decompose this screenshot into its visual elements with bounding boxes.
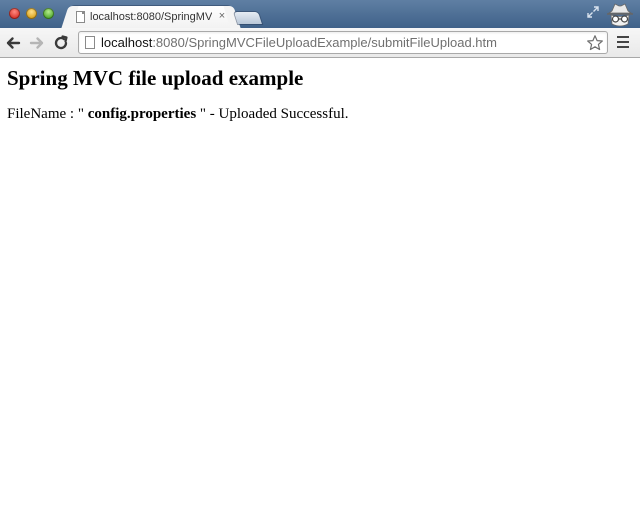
new-tab-button[interactable] [234,12,262,24]
result-prefix: FileName : " [7,106,88,122]
tab-title: localhost:8080/SpringMVC [90,11,212,23]
fullscreen-icon[interactable] [586,5,600,19]
browser-window: localhost:8080/SpringMVC × localhost:808… [0,0,640,509]
back-arrow-icon[interactable] [4,34,22,52]
hamburger-menu-icon[interactable] [617,36,629,48]
window-minimize-button[interactable] [26,8,37,19]
browser-tab-active[interactable]: localhost:8080/SpringMVC × [70,6,232,28]
window-zoom-button[interactable] [43,8,54,19]
url-text[interactable]: localhost:8080/SpringMVCFileUploadExampl… [101,35,497,51]
address-bar[interactable]: localhost:8080/SpringMVCFileUploadExampl… [78,31,608,54]
incognito-icon [607,3,633,27]
reload-icon[interactable] [52,34,70,52]
title-bar: localhost:8080/SpringMVC × [0,0,640,28]
url-host: localhost [101,35,153,50]
result-suffix: " - Uploaded Successful. [196,106,349,122]
page-icon [76,11,85,23]
page-icon [85,36,95,49]
url-path: :8080/SpringMVCFileUploadExample/submitF… [152,35,497,50]
window-close-button[interactable] [9,8,20,19]
star-icon[interactable] [586,34,604,52]
uploaded-filename: config.properties [87,106,197,122]
forward-arrow-icon[interactable] [28,34,46,52]
tab-close-icon[interactable]: × [216,9,228,23]
browser-toolbar: localhost:8080/SpringMVCFileUploadExampl… [0,28,640,58]
page-title: Spring MVC file upload example [7,66,304,90]
page-content: Spring MVC file upload example FileName … [0,58,640,509]
upload-result-message: FileName : " config.properties " - Uploa… [7,105,349,123]
